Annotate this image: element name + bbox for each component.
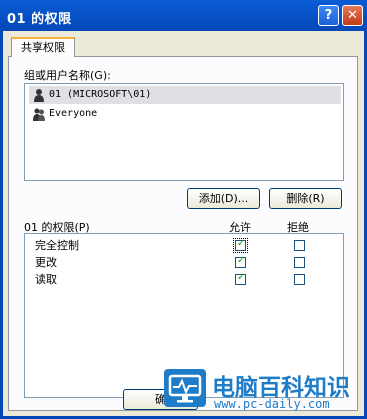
tab-share-permissions[interactable]: 共享权限 (11, 37, 75, 57)
remove-button[interactable]: 删除(R) (269, 188, 342, 209)
add-button[interactable]: 添加(D)... (187, 188, 260, 209)
window-title: 01 的权限 (7, 12, 72, 27)
allow-full-control-checkbox[interactable]: ✓ (233, 238, 248, 253)
permission-read: 读取 (35, 273, 57, 286)
user-name: Everyone (49, 108, 98, 119)
users-label: 组或用户名称(G): (24, 69, 111, 82)
help-button[interactable]: ? (318, 5, 339, 26)
deny-full-control-checkbox[interactable] (294, 240, 305, 251)
title-bar[interactable]: 01 的权限 ? ✕ (0, 0, 367, 31)
close-icon: ✕ (347, 8, 358, 23)
users-list[interactable]: 01 (MICROSOFT\01) Everyone (24, 83, 344, 181)
monitor-logo-icon (164, 369, 206, 407)
watermark-url: www.pc-daily.com (214, 397, 330, 411)
user-name: 01 (MICROSOFT\01) (49, 89, 152, 100)
checkmark-icon: ✓ (237, 272, 246, 283)
allow-change-checkbox[interactable]: ✓ (235, 255, 246, 268)
list-item[interactable]: 01 (MICROSOFT\01) (29, 86, 341, 104)
close-button[interactable]: ✕ (342, 5, 363, 26)
user-icon (34, 89, 44, 102)
checkmark-icon: ✓ (237, 255, 246, 266)
deny-read-checkbox[interactable] (294, 274, 305, 285)
deny-change-checkbox[interactable] (294, 257, 305, 268)
permission-change: 更改 (35, 256, 57, 269)
checkmark-icon: ✓ (237, 238, 246, 249)
allow-read-checkbox[interactable]: ✓ (235, 272, 246, 285)
watermark: 电脑百科知识 www.pc-daily.com (156, 365, 367, 419)
list-item[interactable]: Everyone (29, 105, 341, 123)
permission-full-control: 完全控制 (35, 239, 79, 252)
group-icon (33, 108, 45, 121)
help-icon: ? (324, 8, 333, 23)
